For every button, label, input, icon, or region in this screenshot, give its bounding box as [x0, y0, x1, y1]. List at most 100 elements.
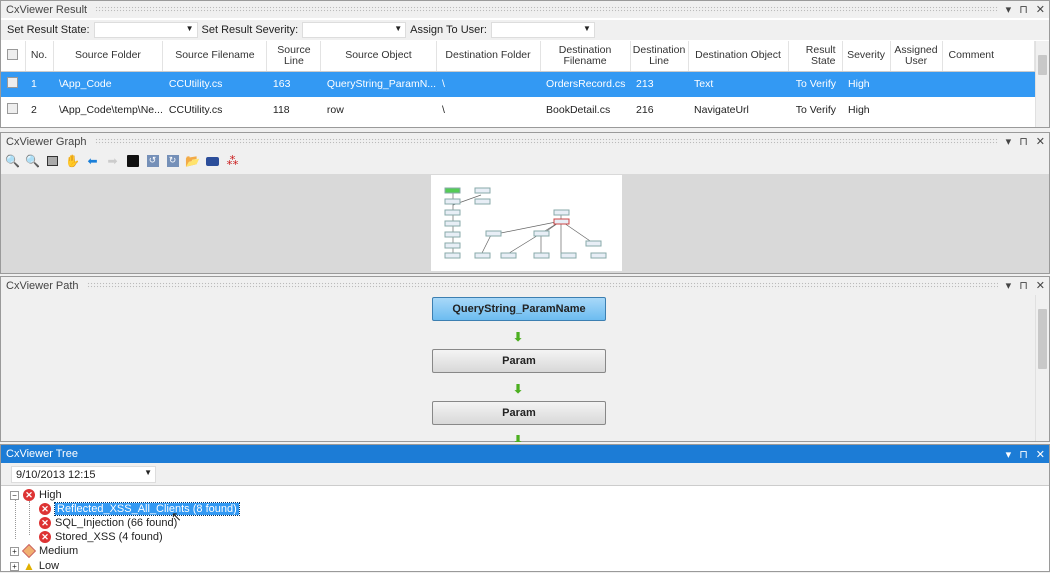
set-state-label: Set Result State:	[7, 24, 90, 36]
cell	[942, 97, 1034, 123]
cell: 2	[31, 104, 37, 116]
layout-icon[interactable]: ⁂	[225, 154, 240, 169]
close-icon[interactable]: ✕	[1036, 3, 1045, 16]
cell: 163	[266, 71, 321, 97]
mouse-cursor-icon: ↖	[171, 509, 182, 524]
cell: \App_Code	[53, 71, 163, 97]
cell: \App_Code\temp\Ne...	[59, 104, 163, 116]
col-header[interactable]: Comment	[942, 41, 1036, 72]
panel-title: CxViewer Graph	[6, 135, 87, 148]
cell: BookDetail.cs	[546, 104, 611, 116]
cell: Text	[688, 71, 789, 97]
tree-label: Low	[38, 560, 60, 572]
tree-label: High	[39, 489, 62, 501]
menu-icon[interactable]: ▾	[1006, 279, 1012, 292]
cell: 216	[636, 104, 654, 116]
menu-icon[interactable]: ▾	[1006, 448, 1012, 461]
result-title-bar: CxViewer Result ▾ ⊓ ✕	[1, 1, 1049, 18]
high-severity-icon: ✕	[39, 503, 51, 515]
graph-overview[interactable]	[431, 175, 622, 271]
tree-label: Medium	[39, 545, 79, 557]
tree-node-medium[interactable]: + Medium	[10, 543, 79, 559]
row-checkbox[interactable]	[1, 97, 25, 123]
cell	[890, 97, 942, 123]
results-table: No. Source Folder Source Filename Source…	[1, 41, 1036, 123]
tree-node-query[interactable]: ✕ Stored_XSS (4 found)	[39, 531, 163, 543]
col-header[interactable]: Destination Folder	[436, 41, 541, 72]
fit-icon[interactable]	[45, 154, 60, 169]
undo-icon[interactable]: ↺	[145, 154, 160, 169]
save-icon[interactable]	[125, 154, 140, 169]
result-panel: CxViewer Result ▾ ⊓ ✕ Set Result State: Se…	[0, 0, 1050, 128]
col-header[interactable]: Result State	[788, 41, 843, 72]
tree-label: Reflected_XSS_All_Clients (8 found)	[54, 502, 240, 516]
tree-panel: CxViewer Tree ▾⊓✕ 9/10/2013 12:15 −✕High…	[0, 444, 1050, 573]
down-arrow-icon: ⬇	[513, 382, 524, 396]
assign-user-label: Assign To User:	[410, 24, 487, 36]
cell: \	[442, 104, 445, 116]
row-checkbox[interactable]	[1, 71, 25, 97]
pan-hand-icon[interactable]: ✋	[65, 154, 80, 169]
high-severity-icon: ✕	[23, 489, 35, 501]
menu-icon[interactable]: ▾	[1006, 3, 1012, 16]
result-state-select[interactable]	[93, 22, 198, 38]
graph-title-bar: CxViewer Graph ▾ ⊓ ✕	[1, 133, 1049, 150]
path-node[interactable]: QueryString_ParamName	[432, 297, 606, 321]
table-row[interactable]: 1 \App_Code CCUtility.cs 163 QueryString_Par…	[1, 71, 1035, 97]
cell: QueryString_ParamN...	[320, 71, 437, 97]
menu-icon[interactable]: ▾	[1006, 135, 1012, 148]
back-arrow-icon[interactable]: ⬅	[85, 154, 100, 169]
cell: NavigateUrl	[694, 104, 749, 116]
tree-node-low[interactable]: + ▲ Low	[10, 559, 59, 573]
path-scrollbar[interactable]	[1035, 295, 1049, 441]
pin-icon[interactable]: ⊓	[1019, 3, 1028, 16]
cell: To Verify	[795, 104, 837, 116]
tree-node-query[interactable]: ✕ SQL_Injection (66 found)	[39, 517, 177, 529]
col-header[interactable]: Source Filename	[162, 41, 268, 72]
scan-date-select[interactable]: 9/10/2013 12:15	[11, 466, 156, 483]
pin-icon[interactable]: ⊓	[1019, 135, 1028, 148]
close-icon[interactable]: ✕	[1036, 448, 1045, 461]
close-icon[interactable]: ✕	[1036, 279, 1045, 292]
col-header[interactable]: Source Folder	[53, 41, 164, 72]
redo-icon[interactable]: ↻	[165, 154, 180, 169]
forward-arrow-icon[interactable]: ➡	[105, 154, 120, 169]
result-severity-select[interactable]	[302, 22, 407, 38]
cell: \	[436, 71, 541, 97]
zoom-out-icon[interactable]: 🔍	[25, 154, 40, 169]
pin-icon[interactable]: ⊓	[1019, 279, 1028, 292]
select-all-checkbox[interactable]	[1, 41, 26, 72]
col-header[interactable]: Source Line	[266, 41, 322, 72]
tree-label: SQL_Injection (66 found)	[55, 517, 178, 529]
expand-icon[interactable]: +	[10, 561, 19, 571]
cell	[890, 71, 943, 97]
scan-date-value: 9/10/2013 12:15	[16, 469, 96, 481]
tree-node-high[interactable]: − ✕ High	[10, 489, 62, 501]
col-header[interactable]: No.	[25, 41, 54, 72]
path-node[interactable]: Param	[432, 401, 606, 425]
collapse-icon[interactable]: −	[10, 490, 19, 500]
results-scrollbar[interactable]	[1035, 41, 1049, 127]
open-folder-icon[interactable]: 📂	[185, 154, 200, 169]
zoom-in-icon[interactable]: 🔍	[5, 154, 20, 169]
table-row[interactable]: 2 \App_Code\temp\Ne... CCUtility.cs 118 row \…	[1, 97, 1035, 123]
tree-node-query[interactable]: ✕ Reflected_XSS_All_Clients (8 found)	[39, 502, 240, 516]
col-header[interactable]: Destination Filename	[540, 41, 631, 72]
cell: OrdersRecord.cs	[540, 71, 631, 97]
close-icon[interactable]: ✕	[1036, 135, 1045, 148]
col-header[interactable]: Destination Object	[688, 41, 789, 72]
cell: High	[848, 104, 870, 116]
table-header: No. Source Folder Source Filename Source…	[1, 41, 1036, 72]
col-header[interactable]: Source Object	[320, 41, 437, 72]
low-severity-icon: ▲	[23, 559, 35, 573]
pin-icon[interactable]: ⊓	[1019, 448, 1028, 461]
cell: High	[842, 71, 891, 97]
col-header[interactable]: Severity	[842, 41, 891, 72]
expand-icon[interactable]: +	[10, 546, 19, 556]
down-arrow-icon: ⬇	[513, 434, 523, 442]
print-icon[interactable]	[205, 154, 220, 169]
path-node[interactable]: Param	[432, 349, 606, 373]
col-header[interactable]: Assigned User	[890, 41, 943, 72]
assign-user-select[interactable]	[490, 22, 595, 38]
col-header[interactable]: Destination Line	[630, 41, 689, 72]
